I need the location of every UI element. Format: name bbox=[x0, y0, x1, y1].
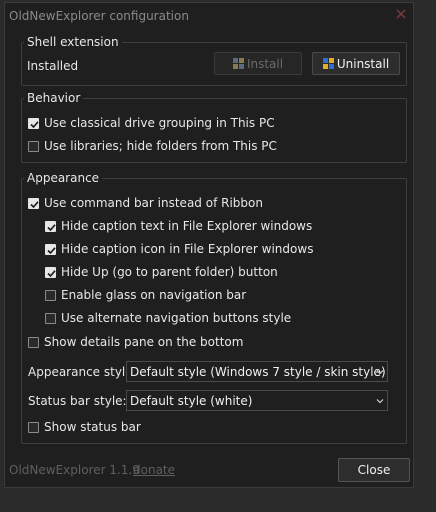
checkbox-details-pane-bottom[interactable]: Show details pane on the bottom bbox=[28, 335, 243, 349]
status-bar-style-value: Default style (white) bbox=[130, 393, 253, 408]
checkbox-label: Hide caption icon in File Explorer windo… bbox=[61, 242, 314, 256]
checkbox-label: Use classical drive grouping in This PC bbox=[44, 116, 275, 130]
version-text: OldNewExplorer 1.1.9 bbox=[9, 463, 140, 477]
checkbox-hide-caption-text[interactable]: Hide caption text in File Explorer windo… bbox=[45, 219, 312, 233]
checkbox-classical-drive-grouping[interactable]: Use classical drive grouping in This PC bbox=[28, 116, 275, 130]
shell-extension-group: Shell extension Installed Install Uninst… bbox=[21, 34, 407, 86]
appearance-style-label: Appearance style: bbox=[28, 365, 137, 379]
checkbox-label: Enable glass on navigation bar bbox=[61, 288, 247, 302]
title-bar: OldNewExplorer configuration bbox=[5, 3, 413, 31]
appearance-style-select[interactable]: Default style (Windows 7 style / skin st… bbox=[126, 361, 388, 382]
checkbox-use-libraries[interactable]: Use libraries; hide folders from This PC bbox=[28, 139, 277, 153]
checkbox[interactable] bbox=[28, 336, 39, 348]
checkbox-hide-up-button[interactable]: Hide Up (go to parent folder) button bbox=[45, 265, 278, 279]
checkbox[interactable] bbox=[28, 140, 39, 152]
chevron-down-icon bbox=[376, 370, 384, 375]
status-bar-style-select[interactable]: Default style (white) bbox=[126, 390, 388, 411]
checkbox-show-status-bar[interactable]: Show status bar bbox=[28, 420, 141, 434]
shell-status: Installed bbox=[27, 59, 79, 73]
uninstall-label: Uninstall bbox=[336, 56, 390, 71]
install-label: Install bbox=[246, 56, 284, 71]
donate-link[interactable]: donate bbox=[133, 463, 175, 477]
appearance-group: Appearance Use command bar instead of Ri… bbox=[21, 170, 407, 444]
behavior-legend: Behavior bbox=[24, 90, 84, 106]
checkbox-label: Show details pane on the bottom bbox=[44, 335, 244, 349]
checkbox[interactable] bbox=[45, 312, 56, 324]
checkbox[interactable] bbox=[28, 197, 39, 209]
checkbox-label: Use alternate navigation buttons style bbox=[61, 311, 292, 325]
checkbox-label: Hide caption text in File Explorer windo… bbox=[61, 219, 313, 233]
close-button[interactable]: Close bbox=[338, 458, 410, 482]
config-window: OldNewExplorer configuration Shell exten… bbox=[4, 2, 414, 488]
appearance-legend: Appearance bbox=[24, 170, 103, 186]
behavior-group: Behavior Use classical drive grouping in… bbox=[21, 90, 407, 163]
install-button[interactable]: Install bbox=[214, 52, 302, 75]
shield-icon bbox=[322, 58, 334, 69]
shield-icon bbox=[232, 58, 244, 69]
close-icon[interactable] bbox=[393, 6, 409, 22]
close-button-label: Close bbox=[357, 463, 391, 477]
checkbox[interactable] bbox=[45, 266, 56, 278]
appearance-style-value: Default style (Windows 7 style / skin st… bbox=[130, 364, 386, 379]
checkbox-label: Hide Up (go to parent folder) button bbox=[61, 265, 278, 279]
checkbox-label: Use libraries; hide folders from This PC bbox=[44, 139, 277, 153]
checkbox-alternate-nav-buttons[interactable]: Use alternate navigation buttons style bbox=[45, 311, 291, 325]
checkbox[interactable] bbox=[45, 243, 56, 255]
chevron-down-icon bbox=[376, 399, 384, 404]
checkbox[interactable] bbox=[45, 220, 56, 232]
checkbox[interactable] bbox=[45, 289, 56, 301]
checkbox-command-bar[interactable]: Use command bar instead of Ribbon bbox=[28, 196, 263, 210]
checkbox-hide-caption-icon[interactable]: Hide caption icon in File Explorer windo… bbox=[45, 242, 313, 256]
shell-extension-legend: Shell extension bbox=[24, 34, 122, 50]
status-bar-style-label: Status bar style: bbox=[28, 394, 127, 408]
checkbox[interactable] bbox=[28, 117, 39, 129]
checkbox-label: Use command bar instead of Ribbon bbox=[44, 196, 263, 210]
checkbox-enable-glass[interactable]: Enable glass on navigation bar bbox=[45, 288, 246, 302]
checkbox-label: Show status bar bbox=[44, 420, 141, 434]
window-title: OldNewExplorer configuration bbox=[9, 9, 189, 23]
checkbox[interactable] bbox=[28, 421, 39, 433]
uninstall-button[interactable]: Uninstall bbox=[312, 52, 400, 75]
